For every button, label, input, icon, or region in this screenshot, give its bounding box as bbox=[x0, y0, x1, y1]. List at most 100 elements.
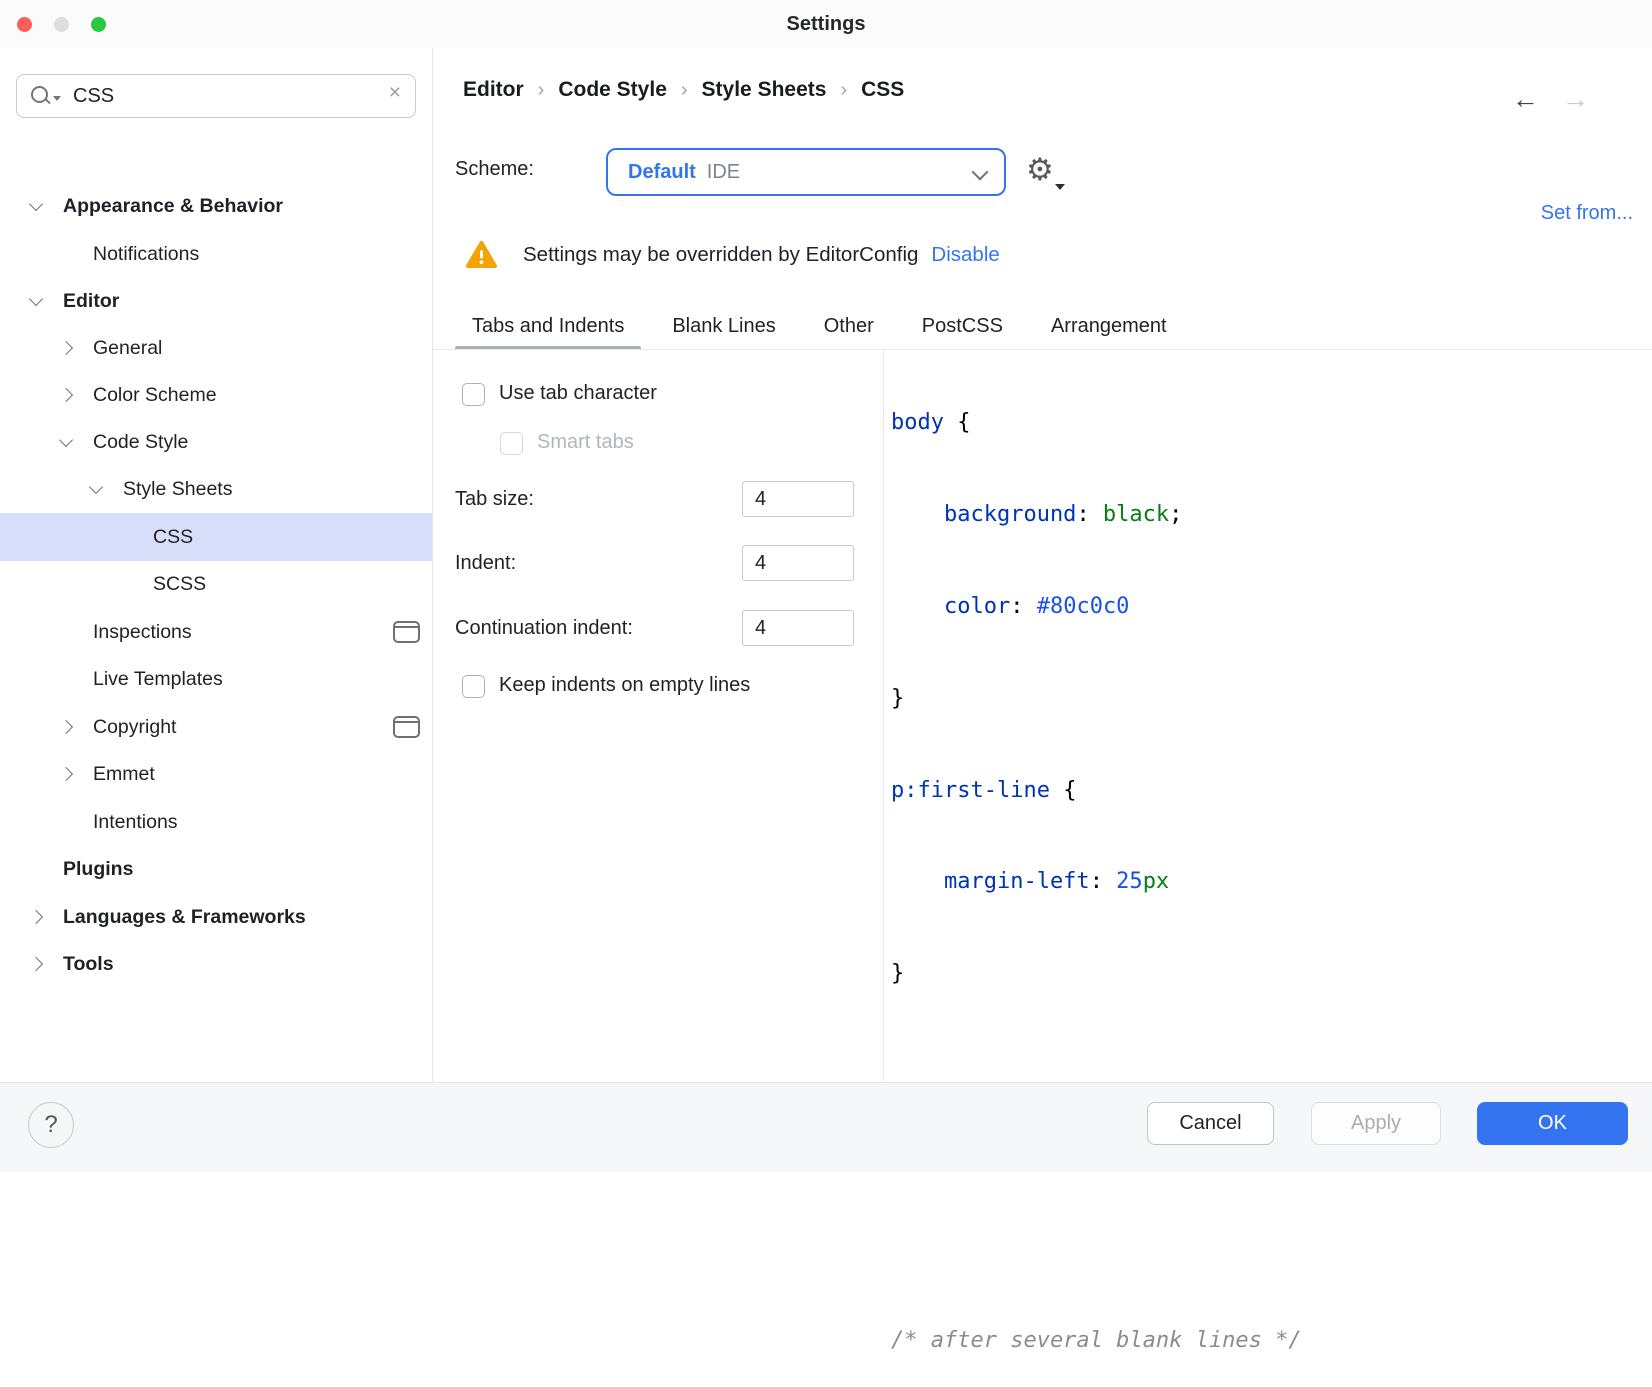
breadcrumb-item[interactable]: Code Style bbox=[558, 78, 667, 102]
sidebar-item-css[interactable]: CSS bbox=[0, 513, 432, 561]
code-token: : bbox=[1010, 594, 1023, 619]
sidebar-item-scss[interactable]: SCSS bbox=[0, 560, 432, 608]
breadcrumb-item[interactable]: Style Sheets bbox=[702, 78, 827, 102]
code-line: /* after several blank lines */ bbox=[891, 1320, 1302, 1362]
code-token: p:first-line bbox=[891, 778, 1050, 803]
tab-blank-lines[interactable]: Blank Lines bbox=[655, 303, 792, 350]
breadcrumb: Editor › Code Style › Style Sheets › CSS bbox=[463, 78, 904, 102]
tabs-divider bbox=[433, 349, 1652, 350]
tab-label: Arrangement bbox=[1051, 315, 1167, 338]
tab-label: Tabs and Indents bbox=[472, 315, 624, 338]
clear-search-icon[interactable]: × bbox=[389, 81, 401, 105]
sidebar-item-code-style[interactable]: Code Style bbox=[0, 418, 432, 466]
warning-icon bbox=[466, 240, 497, 269]
tab-postcss[interactable]: PostCSS bbox=[905, 303, 1020, 350]
cancel-button-label: Cancel bbox=[1179, 1112, 1241, 1135]
sidebar-item-inspections[interactable]: Inspections bbox=[0, 608, 432, 656]
tab-arrangement[interactable]: Arrangement bbox=[1034, 303, 1184, 350]
breadcrumb-item[interactable]: CSS bbox=[861, 78, 904, 102]
tab-label: Other bbox=[824, 315, 874, 338]
indent-input[interactable] bbox=[742, 545, 854, 581]
sidebar-item-label: Languages & Frameworks bbox=[0, 906, 306, 929]
modified-settings-icon bbox=[393, 621, 420, 643]
search-icon bbox=[31, 86, 48, 103]
tab-label: Blank Lines bbox=[672, 315, 775, 338]
sidebar-item-label: Inspections bbox=[0, 621, 192, 644]
sidebar-item-label: Live Templates bbox=[0, 668, 223, 691]
gear-dropdown-arrow-icon bbox=[1055, 184, 1065, 190]
disable-editorconfig-link[interactable]: Disable bbox=[931, 243, 999, 267]
back-arrow-icon[interactable]: ← bbox=[1512, 84, 1539, 115]
breadcrumb-separator: › bbox=[681, 79, 688, 102]
breadcrumb-item[interactable]: Editor bbox=[463, 78, 524, 102]
scheme-value: Default bbox=[628, 161, 696, 184]
tab-other[interactable]: Other bbox=[807, 303, 891, 350]
code-comment: /* after several blank lines */ bbox=[891, 1328, 1302, 1353]
sidebar-item-label: Editor bbox=[0, 290, 119, 313]
scheme-value-suffix: IDE bbox=[707, 161, 740, 184]
search-input[interactable] bbox=[71, 75, 375, 117]
sidebar-item-live-templates[interactable]: Live Templates bbox=[0, 655, 432, 703]
code-token: background bbox=[891, 502, 1076, 527]
code-line: background: black; bbox=[891, 494, 1302, 536]
set-from-link[interactable]: Set from... bbox=[1541, 202, 1633, 225]
use-tab-character-label[interactable]: Use tab character bbox=[499, 382, 657, 405]
code-token: margin-left bbox=[891, 869, 1090, 894]
sidebar-item-label: Color Scheme bbox=[0, 384, 217, 407]
search-input-wrapper[interactable]: × bbox=[16, 74, 416, 118]
modified-settings-icon bbox=[393, 716, 420, 738]
tab-size-label: Tab size: bbox=[455, 488, 534, 511]
keep-indents-checkbox[interactable] bbox=[462, 675, 485, 698]
dialog-footer: ? Cancel Apply OK bbox=[0, 1082, 1652, 1172]
form-preview-divider bbox=[883, 350, 884, 1082]
sidebar-item-style-sheets[interactable]: Style Sheets bbox=[0, 465, 432, 513]
gear-icon[interactable]: ⚙ bbox=[1026, 150, 1054, 190]
chevron-down-icon bbox=[972, 164, 989, 181]
sidebar-item-label: Tools bbox=[0, 953, 114, 976]
sidebar-item-tools[interactable]: Tools bbox=[0, 940, 432, 988]
sidebar-item-label: SCSS bbox=[0, 573, 206, 596]
continuation-indent-label: Continuation indent: bbox=[455, 617, 633, 640]
code-token: : bbox=[1076, 502, 1089, 527]
scheme-select[interactable]: Default IDE bbox=[606, 148, 1006, 196]
breadcrumb-separator: › bbox=[840, 79, 847, 102]
continuation-indent-input[interactable] bbox=[742, 610, 854, 646]
sidebar-item-label: Code Style bbox=[0, 431, 188, 454]
cancel-button[interactable]: Cancel bbox=[1147, 1102, 1274, 1145]
sidebar-item-plugins[interactable]: Plugins bbox=[0, 845, 432, 893]
help-button[interactable]: ? bbox=[28, 1102, 74, 1148]
sidebar-item-copyright[interactable]: Copyright bbox=[0, 703, 432, 751]
sidebar-item-general[interactable]: General bbox=[0, 324, 432, 372]
breadcrumb-separator: › bbox=[538, 79, 545, 102]
sidebar-item-languages-frameworks[interactable]: Languages & Frameworks bbox=[0, 893, 432, 941]
ok-button[interactable]: OK bbox=[1477, 1102, 1628, 1145]
sidebar-item-appearance-behavior[interactable]: Appearance & Behavior bbox=[0, 182, 432, 230]
sidebar-item-color-scheme[interactable]: Color Scheme bbox=[0, 371, 432, 419]
keep-indents-label[interactable]: Keep indents on empty lines bbox=[499, 674, 750, 697]
code-token: black bbox=[1090, 502, 1169, 527]
search-history-chevron-icon[interactable] bbox=[53, 96, 61, 101]
sidebar-item-label: General bbox=[0, 337, 162, 360]
code-line: margin-left: 25px bbox=[891, 861, 1302, 903]
code-token: : bbox=[1090, 869, 1103, 894]
code-token: { bbox=[1050, 778, 1077, 803]
tab-size-input[interactable] bbox=[742, 481, 854, 517]
sidebar-item-label: Plugins bbox=[0, 858, 133, 881]
sidebar-item-notifications[interactable]: Notifications bbox=[0, 230, 432, 278]
code-token: px bbox=[1143, 869, 1170, 894]
code-line: p:first-line { bbox=[891, 769, 1302, 811]
sidebar-item-label: Copyright bbox=[0, 716, 176, 739]
sidebar-item-intentions[interactable]: Intentions bbox=[0, 798, 432, 846]
code-line: body { bbox=[891, 402, 1302, 444]
use-tab-character-checkbox[interactable] bbox=[462, 383, 485, 406]
sidebar-item-label: Style Sheets bbox=[0, 478, 232, 501]
ok-button-label: OK bbox=[1538, 1112, 1567, 1135]
sidebar-item-editor[interactable]: Editor bbox=[0, 277, 432, 325]
sidebar-item-emmet[interactable]: Emmet bbox=[0, 750, 432, 798]
tab-tabs-and-indents[interactable]: Tabs and Indents bbox=[455, 303, 641, 350]
code-preview: body { background: black; color: #80c0c0… bbox=[891, 352, 1302, 1387]
sidebar-item-label: CSS bbox=[0, 526, 193, 549]
sidebar-item-label: Notifications bbox=[0, 243, 199, 266]
apply-button-label: Apply bbox=[1351, 1112, 1401, 1135]
code-token: body bbox=[891, 410, 944, 435]
